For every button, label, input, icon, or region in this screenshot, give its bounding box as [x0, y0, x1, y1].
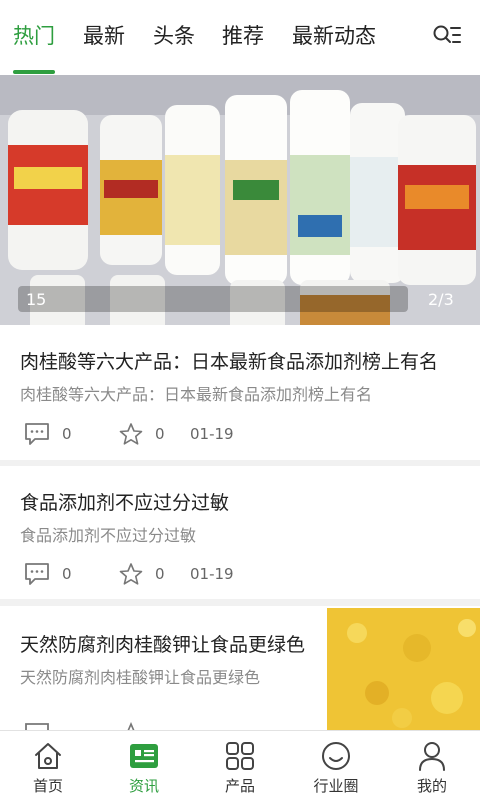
article-subtitle: 肉桂酸等六大产品：日本最新食品添加剂榜上有名 — [20, 385, 373, 404]
nav-industry-circle[interactable]: 行业圈 — [288, 731, 384, 801]
article-meta: 0 0 01-19 — [20, 562, 320, 588]
top-tab-bar: 热门 最新 头条 推荐 最新动态 — [0, 0, 480, 75]
comment-icon[interactable] — [24, 422, 50, 446]
nav-label: 首页 — [32, 777, 63, 795]
article-thumbnail[interactable] — [327, 608, 480, 730]
tab-headlines[interactable]: 头条 — [153, 22, 195, 50]
article-meta — [20, 721, 320, 730]
article-card[interactable]: 肉桂酸等六大产品：日本最新食品添加剂榜上有名 肉桂酸等六大产品：日本最新食品添加… — [0, 325, 480, 460]
yellow-powder-image — [327, 608, 480, 730]
article-title[interactable]: 天然防腐剂肉桂酸钾让食品更绿色 — [20, 630, 305, 657]
nav-label: 行业圈 — [313, 777, 359, 795]
article-date: 01-19 — [190, 565, 234, 583]
banner-counter: 15 — [26, 290, 47, 309]
article-title[interactable]: 食品添加剂不应过分过敏 — [20, 488, 229, 515]
star-icon[interactable] — [118, 422, 144, 446]
article-title[interactable]: 肉桂酸等六大产品：日本最新食品添加剂榜上有名 — [20, 347, 438, 374]
article-subtitle: 天然防腐剂肉桂酸钾让食品更绿色 — [20, 668, 261, 687]
comment-count: 0 — [62, 565, 72, 583]
bottom-navigation: 首页 资讯 产品 行业圈 我的 — [0, 730, 480, 801]
favorite-count: 0 — [155, 425, 165, 443]
comment-count: 0 — [62, 425, 72, 443]
search-list-icon[interactable] — [432, 24, 462, 50]
favorite-count: 0 — [155, 565, 165, 583]
banner-page-indicator: 2/3 — [428, 290, 454, 309]
article-card[interactable]: 食品添加剂不应过分过敏 食品添加剂不应过分过敏 0 0 01-19 — [0, 466, 480, 599]
products-grid-icon — [225, 741, 255, 771]
comment-icon[interactable] — [24, 722, 50, 730]
news-icon — [129, 741, 159, 771]
star-icon[interactable] — [118, 562, 144, 586]
comment-icon[interactable] — [24, 562, 50, 586]
nav-profile[interactable]: 我的 — [384, 731, 480, 801]
nav-label: 资讯 — [128, 777, 159, 795]
nav-products[interactable]: 产品 — [192, 731, 288, 801]
star-icon[interactable] — [118, 721, 144, 730]
tab-recommended[interactable]: 推荐 — [222, 22, 264, 50]
nav-label: 我的 — [416, 777, 447, 795]
article-date: 01-19 — [190, 425, 234, 443]
tab-hot[interactable]: 热门 — [13, 22, 55, 50]
profile-icon — [417, 741, 447, 771]
tab-latest-news[interactable]: 最新动态 — [292, 22, 376, 50]
industry-circle-icon — [321, 741, 351, 771]
nav-news[interactable]: 资讯 — [96, 731, 192, 801]
home-icon — [33, 741, 63, 771]
tab-latest[interactable]: 最新 — [83, 22, 125, 50]
active-tab-indicator — [13, 70, 55, 74]
article-meta: 0 0 01-19 — [20, 422, 320, 448]
banner-caption-strip — [18, 286, 408, 312]
nav-home[interactable]: 首页 — [0, 731, 96, 801]
nav-label: 产品 — [224, 777, 255, 795]
article-subtitle: 食品添加剂不应过分过敏 — [20, 526, 197, 545]
